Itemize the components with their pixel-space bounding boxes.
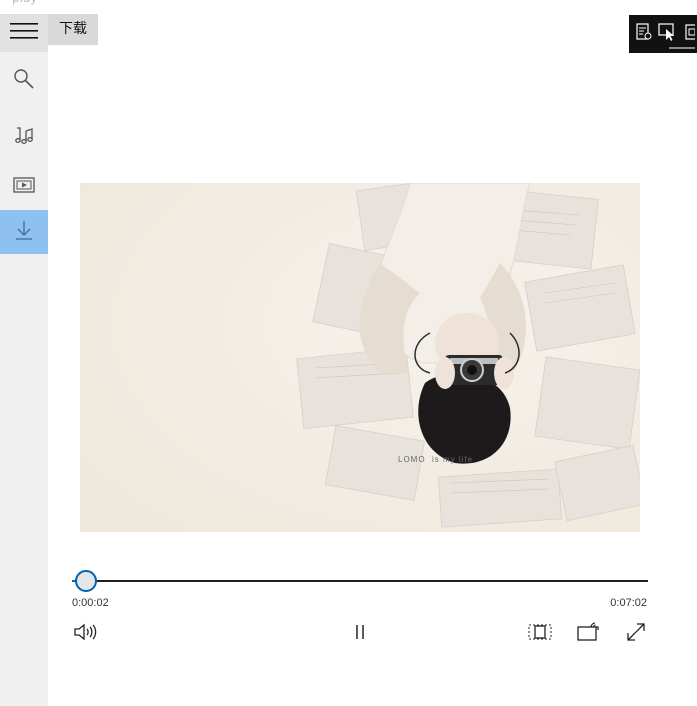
debug-toolbar	[629, 15, 697, 53]
nav-item-search[interactable]	[0, 59, 48, 103]
nav-item-video[interactable]	[0, 165, 48, 209]
aspect-ratio-button[interactable]	[527, 621, 553, 647]
nav-item-music[interactable]	[0, 115, 48, 159]
aspect-ratio-icon	[528, 624, 552, 644]
fullscreen-icon	[625, 621, 647, 647]
pause-icon	[353, 624, 367, 644]
hamburger-menu-button[interactable]	[0, 14, 48, 52]
fullscreen-button[interactable]	[623, 621, 649, 647]
video-icon	[13, 176, 35, 198]
download-icon	[14, 219, 34, 245]
seek-bar-thumb[interactable]	[75, 570, 97, 592]
volume-icon	[73, 622, 97, 646]
hamburger-icon	[10, 22, 38, 44]
cast-to-device-button[interactable]	[575, 621, 601, 647]
select-element-button[interactable]	[658, 23, 676, 45]
layout-adorner-icon	[684, 23, 697, 45]
search-icon	[13, 68, 35, 94]
elapsed-time: 0:00:02	[72, 597, 109, 609]
select-pointer-icon	[658, 23, 676, 45]
navigation-rail	[0, 14, 48, 706]
total-time: 0:07:02	[610, 597, 647, 609]
media-artwork: LOMO is my life	[80, 183, 640, 532]
pause-button[interactable]	[347, 621, 373, 647]
media-overlay-text: LOMO is my life	[398, 455, 474, 464]
nav-item-download[interactable]	[0, 210, 48, 254]
page-title: 下载	[48, 14, 98, 45]
volume-button[interactable]	[72, 621, 98, 647]
live-visual-tree-button[interactable]	[636, 23, 652, 45]
display-layout-adorners-button[interactable]	[682, 23, 697, 45]
visual-tree-icon	[636, 23, 652, 45]
toolbar-collapse-bar[interactable]	[669, 47, 695, 49]
cast-icon	[576, 622, 600, 646]
seek-bar[interactable]	[72, 580, 648, 582]
music-note-icon	[13, 124, 35, 150]
app-title: play	[12, 0, 37, 5]
